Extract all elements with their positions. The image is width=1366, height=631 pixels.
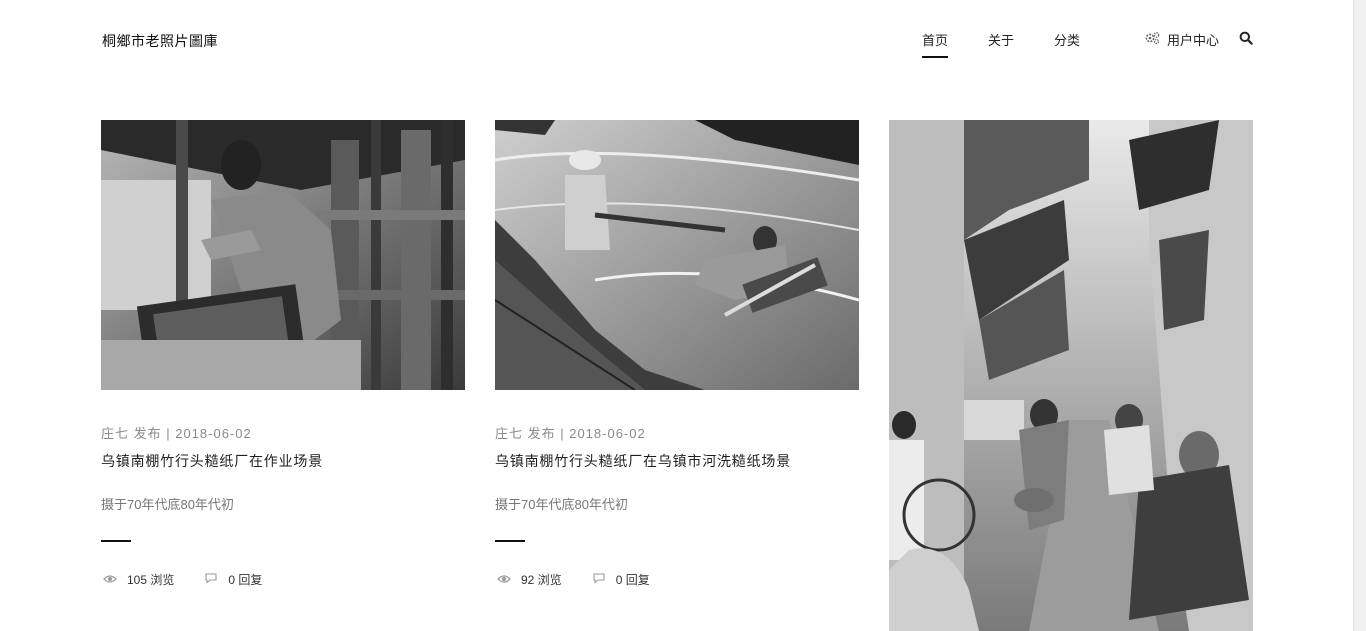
divider bbox=[101, 540, 131, 542]
replies-stat[interactable]: 0 回复 bbox=[204, 571, 262, 588]
gears-icon bbox=[1144, 31, 1160, 48]
comment-icon bbox=[592, 572, 606, 587]
site-logo[interactable]: 桐鄉市老照片圖庫 bbox=[102, 31, 218, 51]
views-stat: 92 浏览 bbox=[497, 571, 562, 588]
post-meta: 庄七 发布 | 2018-06-02 bbox=[101, 426, 252, 441]
replies-count: 0 回复 bbox=[228, 573, 263, 587]
replies-stat[interactable]: 0 回复 bbox=[592, 571, 650, 588]
post-title[interactable]: 乌镇南棚竹行头糙纸厂在作业场景 bbox=[101, 451, 323, 471]
post-photo-street[interactable] bbox=[889, 120, 1253, 631]
post-photo-papermaking[interactable] bbox=[101, 120, 465, 390]
post-stats: 105 浏览 0 回复 bbox=[103, 571, 262, 588]
eye-icon bbox=[103, 573, 117, 587]
replies-count: 0 回复 bbox=[615, 573, 650, 587]
post-title[interactable]: 乌镇南棚竹行头糙纸厂在乌镇市河洗糙纸场景 bbox=[495, 451, 791, 471]
search-button[interactable] bbox=[1239, 31, 1253, 50]
post-photo-washing[interactable] bbox=[495, 120, 859, 390]
nav-about[interactable]: 关于 bbox=[988, 30, 1014, 49]
scrollbar[interactable] bbox=[1353, 0, 1366, 631]
post-meta: 庄七 发布 | 2018-06-02 bbox=[495, 426, 646, 441]
views-count: 105 浏览 bbox=[127, 573, 175, 587]
views-stat: 105 浏览 bbox=[103, 571, 174, 588]
comment-icon bbox=[204, 572, 218, 587]
nav-home[interactable]: 首页 bbox=[922, 30, 949, 58]
user-center-link[interactable]: 用户中心 bbox=[1144, 30, 1219, 49]
user-center-label: 用户中心 bbox=[1167, 33, 1220, 48]
post-stats: 92 浏览 0 回复 bbox=[497, 571, 650, 588]
eye-icon bbox=[497, 573, 511, 587]
views-count: 92 浏览 bbox=[521, 573, 562, 587]
search-icon bbox=[1239, 31, 1253, 49]
post-excerpt: 摄于70年代底80年代初 bbox=[101, 497, 234, 512]
post-excerpt: 摄于70年代底80年代初 bbox=[495, 497, 628, 512]
nav-category[interactable]: 分类 bbox=[1054, 30, 1080, 49]
divider bbox=[495, 540, 525, 542]
